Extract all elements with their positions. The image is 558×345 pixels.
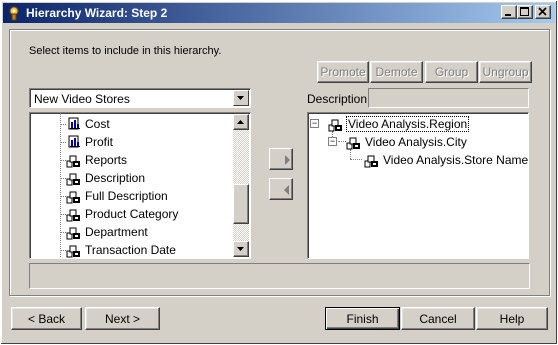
- list-item-label: Description: [85, 171, 146, 185]
- description-label: Description:: [307, 92, 371, 106]
- tree-node-label: Video Analysis.City: [365, 135, 467, 149]
- tree-guide-line: [60, 113, 61, 258]
- tree-guide-line: [60, 178, 66, 179]
- tree-node-label: Video Analysis.Store Name: [383, 153, 529, 167]
- tree-guide-line: [60, 124, 66, 125]
- help-button[interactable]: Help: [476, 307, 548, 330]
- tree-guide-line: [60, 214, 66, 215]
- scroll-thumb[interactable]: [233, 184, 249, 224]
- dimension-icon: [66, 224, 82, 240]
- instruction-text: Select items to include in this hierarch…: [29, 45, 222, 57]
- list-item-label: Department: [85, 225, 148, 239]
- dimension-icon: [66, 242, 82, 258]
- back-button[interactable]: < Back: [11, 307, 82, 330]
- status-panel: [29, 263, 530, 289]
- title-bar: Hierarchy Wizard: Step 2: [3, 3, 555, 23]
- list-item-label: Product Category: [85, 207, 179, 221]
- list-item-label: Transaction Date: [85, 243, 176, 257]
- dimension-icon: [66, 152, 82, 168]
- list-item-label: Reports: [85, 153, 128, 167]
- source-items-list[interactable]: Cost Profit Reports Description Full Descrip…: [29, 112, 251, 259]
- scroll-up-button[interactable]: [233, 114, 249, 130]
- close-icon: [538, 7, 547, 16]
- tree-guide-line: [60, 142, 66, 143]
- group-button[interactable]: Group: [425, 61, 478, 83]
- hierarchy-tree[interactable]: − Video Analysis.Region − Video Analysis.Ci…: [307, 112, 529, 259]
- measure-icon: [66, 116, 82, 132]
- maximize-icon: [520, 7, 529, 16]
- tree-guide-line: [350, 149, 351, 159]
- tree-expander-toggle[interactable]: −: [310, 119, 319, 128]
- tree-expander-toggle[interactable]: −: [328, 137, 337, 146]
- measure-icon: [66, 134, 82, 150]
- ungroup-button[interactable]: Ungroup: [479, 61, 532, 83]
- dropdown-arrow-button[interactable]: [233, 90, 249, 106]
- level-icon: [346, 134, 362, 150]
- tree-guide-line: [60, 250, 66, 251]
- close-button[interactable]: [535, 5, 551, 19]
- wizard-icon: [7, 5, 23, 21]
- tree-guide-line: [60, 160, 66, 161]
- arrow-right-icon: [285, 155, 290, 165]
- level-icon: [364, 152, 380, 168]
- list-item-label: Full Description: [85, 189, 168, 203]
- minimize-icon: [505, 14, 511, 16]
- tree-node-label: Video Analysis.Region: [345, 116, 470, 132]
- chevron-up-icon: [237, 120, 244, 124]
- finish-button[interactable]: Finish: [325, 307, 400, 330]
- description-field[interactable]: [368, 88, 529, 108]
- promote-button[interactable]: Promote: [317, 61, 369, 83]
- tree-guide-line: [350, 159, 362, 160]
- chevron-down-icon: [237, 247, 244, 251]
- scroll-down-button[interactable]: [233, 241, 249, 257]
- dimension-icon: [66, 206, 82, 222]
- source-combo[interactable]: New Video Stores: [29, 88, 251, 108]
- cancel-button[interactable]: Cancel: [401, 307, 475, 330]
- chevron-down-icon: [237, 96, 244, 100]
- window-title: Hierarchy Wizard: Step 2: [26, 6, 168, 20]
- arrow-left-icon: [284, 185, 289, 195]
- dimension-icon: [66, 170, 82, 186]
- minimize-button[interactable]: [501, 5, 517, 19]
- maximize-button[interactable]: [517, 5, 533, 19]
- add-to-hierarchy-button[interactable]: [269, 148, 293, 170]
- tree-guide-line: [60, 196, 66, 197]
- next-button[interactable]: Next >: [85, 307, 160, 330]
- tree-guide-line: [338, 141, 346, 142]
- remove-from-hierarchy-button[interactable]: [269, 178, 293, 200]
- vertical-scrollbar[interactable]: [233, 114, 249, 257]
- tree-guide-line: [60, 232, 66, 233]
- demote-button[interactable]: Demote: [370, 61, 423, 83]
- level-icon: [328, 116, 344, 132]
- list-item-label: Profit: [85, 135, 114, 149]
- dimension-icon: [66, 188, 82, 204]
- hierarchy-wizard-window: Hierarchy Wizard: Step 2 Select items to…: [0, 0, 558, 345]
- source-combo-value: New Video Stores: [34, 92, 130, 106]
- list-item-label: Cost: [85, 117, 110, 131]
